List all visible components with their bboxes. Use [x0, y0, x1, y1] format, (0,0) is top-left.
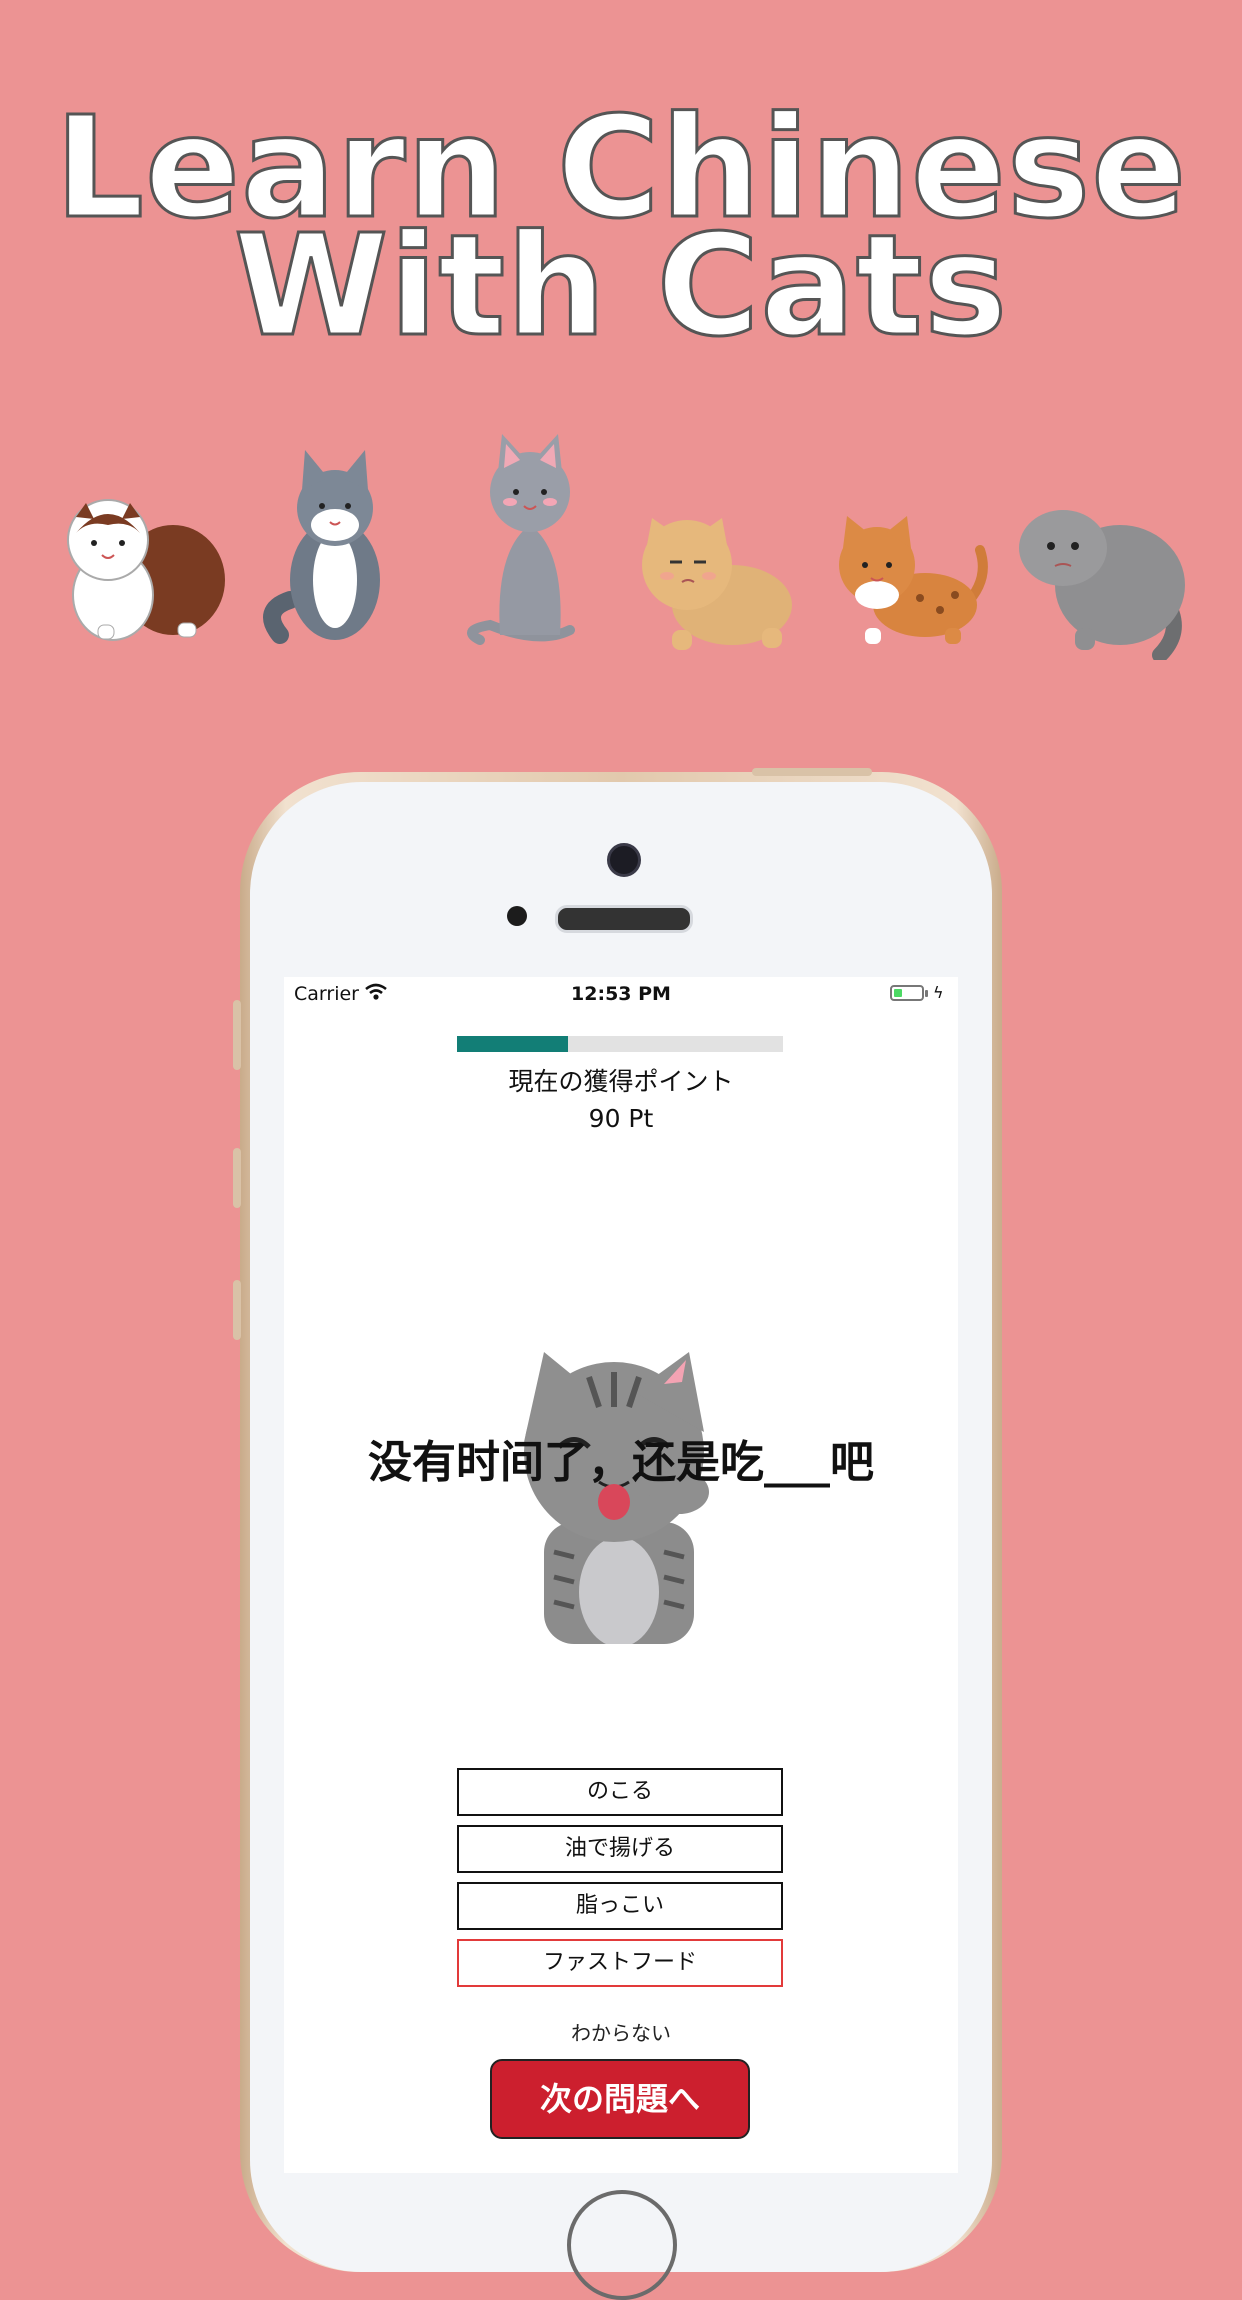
- mute-switch: [233, 1000, 241, 1070]
- power-button: [752, 768, 872, 776]
- app-screen: Carrier 12:53 PM ϟ 現在の獲得ポイント 90 Pt 没有时间了…: [284, 977, 958, 2173]
- answer-choice[interactable]: のこる: [457, 1768, 783, 1816]
- exotic-shorthair-cat-icon: [642, 518, 792, 650]
- promo-title: Learn Chinese With Cats: [0, 97, 1242, 358]
- quiz-progress-fill: [457, 1036, 568, 1052]
- earpiece-speaker: [555, 905, 693, 933]
- proximity-sensor-icon: [507, 906, 527, 926]
- volume-up-button: [233, 1148, 241, 1208]
- battery-tip: [925, 990, 928, 997]
- next-question-button[interactable]: 次の問題へ: [490, 2059, 750, 2139]
- front-camera-icon: [607, 843, 641, 877]
- answer-choice[interactable]: ファストフード: [457, 1939, 783, 1987]
- gray-cat-icon: [467, 434, 575, 645]
- cat-lineup: [0, 420, 1242, 660]
- charging-bolt-icon: ϟ: [933, 983, 944, 1002]
- question-text: 没有时间了，还是吃___吧: [368, 1437, 874, 1488]
- status-bar: Carrier 12:53 PM ϟ: [284, 977, 958, 1011]
- calico-cat-icon: [67, 499, 225, 641]
- pallas-cat-icon: [1019, 510, 1185, 660]
- points-value: 90 Pt: [588, 1104, 654, 1133]
- tabby-cat-illustration: [524, 1352, 709, 1644]
- dont-know-link[interactable]: わからない: [284, 2017, 958, 2046]
- maine-coon-cat-icon: [263, 450, 380, 644]
- battery-level: [894, 989, 902, 997]
- quiz-progress-bar: [457, 1036, 783, 1052]
- answer-choice[interactable]: 油で揚げる: [457, 1825, 783, 1873]
- status-time: 12:53 PM: [571, 983, 671, 1005]
- answer-choice[interactable]: 脂っこい: [457, 1882, 783, 1930]
- bengal-cat-icon: [839, 516, 988, 644]
- points-label: 現在の獲得ポイント: [508, 1067, 734, 1096]
- battery-icon: [890, 985, 924, 1001]
- volume-down-button: [233, 1280, 241, 1340]
- home-button[interactable]: [567, 2190, 677, 2300]
